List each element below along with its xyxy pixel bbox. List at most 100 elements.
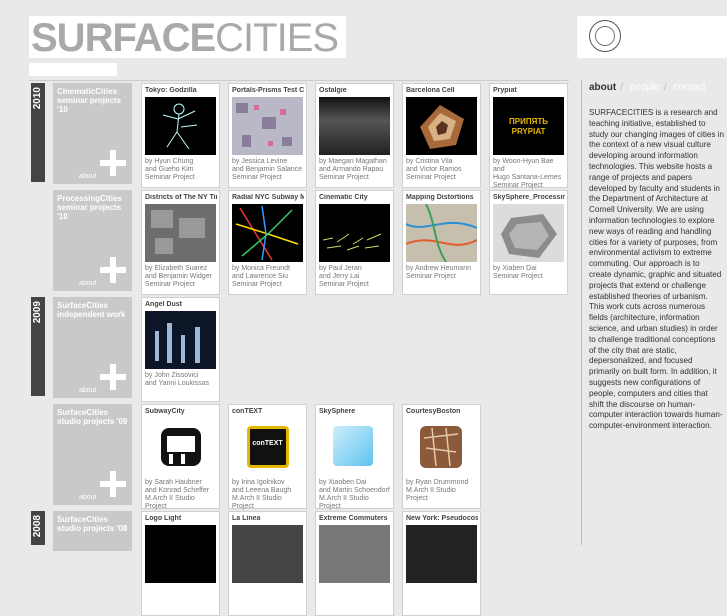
project-credits: by Cristina Vila and Victor Ramos Semina… <box>406 158 462 181</box>
project-thumbnail <box>145 525 216 583</box>
project-credits: by Xiaoben Dai and Martin Schoendorf M.A… <box>319 479 390 510</box>
sidebar-divider <box>581 80 582 545</box>
year-bar-2009: 2009 <box>31 297 45 396</box>
project-card[interactable]: SubwayCity by Sarah Haubner and Konrad Sc… <box>141 404 220 510</box>
project-title: Ostalgie <box>319 87 347 94</box>
project-thumbnail <box>145 418 216 476</box>
project-thumbnail <box>406 97 477 155</box>
project-title: SkySphere_Processing <box>493 194 565 201</box>
nav-contact[interactable]: contact <box>673 82 705 93</box>
category-title: SurfaceCities studio projects '08 <box>57 515 128 533</box>
category-cinematiccities[interactable]: CinematicCities seminar projects '10 abou… <box>53 83 132 184</box>
project-title: Extreme Commuters <box>319 515 388 522</box>
logo-bold: SURFACE <box>31 16 216 60</box>
project-thumbnail <box>319 525 390 583</box>
site-logo[interactable]: SURFACECITIES <box>29 16 346 60</box>
project-credits: by Andrew Heumann Seminar Project <box>406 265 471 280</box>
project-title: Tokyo: Godzilla <box>145 87 197 94</box>
project-credits: by John Zissovici and Yanni Loukissas <box>145 372 209 387</box>
cornell-seal-icon <box>589 20 621 52</box>
category-title: ProcessingCities seminar projects '10 <box>57 194 122 221</box>
project-thumbnail <box>493 204 564 262</box>
project-credits: by Woon-Hyun Bae and Hugo Santana-Lemes … <box>493 158 562 189</box>
project-card[interactable]: Tokyo: Godzilla by Hyun Chung and Gueho K… <box>141 83 220 188</box>
category-independent-work[interactable]: SurfaceCities independent work about <box>53 297 132 398</box>
year-label: 2008 <box>32 515 43 538</box>
plus-icon[interactable] <box>100 471 126 497</box>
nav-about[interactable]: about <box>589 82 616 93</box>
category-about-link[interactable]: about <box>79 494 97 501</box>
project-thumbnail <box>406 418 477 476</box>
project-title: CourtesyBoston <box>406 408 461 415</box>
category-about-link[interactable]: about <box>79 387 97 394</box>
project-credits: by Maegan Magathan and Armando Rapau Sem… <box>319 158 387 181</box>
project-title: Cinematic City <box>319 194 368 201</box>
project-thumbnail <box>232 97 303 155</box>
nav-people[interactable]: people <box>630 82 660 93</box>
logo-light: CITIES <box>215 16 339 60</box>
project-title: Districts of The NY Times <box>145 194 217 201</box>
project-thumbnail <box>232 204 303 262</box>
about-description: SURFACECITIES is a research and teaching… <box>589 108 724 431</box>
project-title: Mapping Distortions <box>406 194 474 201</box>
category-processingcities[interactable]: ProcessingCities seminar projects '10 abo… <box>53 190 132 291</box>
prypiat-image-text: ПРИПЯТЬ PRYPIAT <box>509 117 548 136</box>
project-card[interactable]: Ostalgie by Maegan Magathan and Armando R… <box>315 83 394 188</box>
project-card[interactable]: Prypiat ПРИПЯТЬ PRYPIAT by Woon-Hyun Bae a… <box>489 83 568 189</box>
project-card[interactable]: SkySphere_Processingby Xiaben Dai Semina… <box>489 190 568 295</box>
category-about-link[interactable]: about <box>79 173 97 180</box>
project-title: La Linea <box>232 515 261 522</box>
project-credits: by Elizabeth Suarez and Benjamin Widger … <box>145 265 212 288</box>
plus-icon[interactable] <box>100 364 126 390</box>
project-card[interactable]: conTEXT conTEXT by Irina Igolnikov and Lee… <box>228 404 307 510</box>
project-thumbnail <box>145 311 216 369</box>
plus-icon[interactable] <box>100 257 126 283</box>
project-credits: by Xiaben Dai Seminar Project <box>493 265 543 280</box>
project-card[interactable]: New York: Pseudocosm <box>402 511 481 616</box>
project-title: Barcelona Cell <box>406 87 455 94</box>
project-card[interactable]: Extreme Commuters <box>315 511 394 616</box>
project-title: Angel Dust <box>145 301 182 308</box>
category-studio-08[interactable]: SurfaceCities studio projects '08 <box>53 511 132 551</box>
project-title: New York: Pseudocosm <box>406 515 478 522</box>
project-title: Radial NYC Subway Map <box>232 194 304 201</box>
category-title: SurfaceCities independent work <box>57 301 126 319</box>
context-image-text: conTEXT <box>252 440 283 447</box>
project-thumbnail <box>232 525 303 583</box>
project-thumbnail <box>319 97 390 155</box>
category-studio-09[interactable]: SurfaceCities studio projects '09 about <box>53 404 132 505</box>
project-credits: by Hyun Chung and Gueho Kim Seminar Proj… <box>145 158 195 181</box>
project-card[interactable]: Cinematic City by Paul Jeran and Jerry La… <box>315 190 394 295</box>
project-thumbnail: conTEXT <box>232 418 303 476</box>
project-thumbnail: ПРИПЯТЬ PRYPIAT <box>493 97 564 155</box>
project-card[interactable]: Districts of The NY Times by Elizabeth Su… <box>141 190 220 295</box>
project-card[interactable]: Angel Dust by John Zissovici and Yanni Lo… <box>141 297 220 402</box>
category-title: CinematicCities seminar projects '10 <box>57 87 122 114</box>
year-bar-2010: 2010 <box>31 83 45 182</box>
project-credits: by Paul Jeran and Jerry Lai Seminar Proj… <box>319 265 369 288</box>
project-card[interactable]: Logo Light <box>141 511 220 616</box>
project-card[interactable]: La Linea <box>228 511 307 616</box>
plus-icon[interactable] <box>100 150 126 176</box>
project-title: SkySphere <box>319 408 356 415</box>
nav-separator: / <box>620 82 623 93</box>
project-card[interactable]: SkySphere by Xiaoben Dai and Martin Schoe… <box>315 404 394 510</box>
project-title: Prypiat <box>493 87 517 94</box>
project-thumbnail <box>145 97 216 155</box>
project-thumbnail <box>406 204 477 262</box>
project-title: SubwayCity <box>145 408 185 415</box>
project-credits: by Ryan Drummond M.Arch II Studio Projec… <box>406 479 469 502</box>
cornell-seal-box[interactable] <box>577 16 727 58</box>
project-card[interactable]: Barcelona Cell by Cristina Vila and Victo… <box>402 83 481 188</box>
project-card[interactable]: Mapping Distortions by Andrew Heumann Sem… <box>402 190 481 295</box>
category-about-link[interactable]: about <box>79 280 97 287</box>
project-thumbnail <box>319 418 390 476</box>
project-credits: by Monica Freundt and Lawrence Siu Semin… <box>232 265 290 288</box>
project-card[interactable]: CourtesyBoston by Ryan Drummond M.Arch II… <box>402 404 481 509</box>
category-title: SurfaceCities studio projects '09 <box>57 408 128 426</box>
project-thumbnail <box>145 204 216 262</box>
project-card[interactable]: Portals-Prisms Test Cities by Jessica Lev… <box>228 83 307 188</box>
project-card[interactable]: Radial NYC Subway Map by Monica Freundt a… <box>228 190 307 295</box>
year-label: 2009 <box>32 301 43 324</box>
project-title: conTEXT <box>232 408 263 415</box>
